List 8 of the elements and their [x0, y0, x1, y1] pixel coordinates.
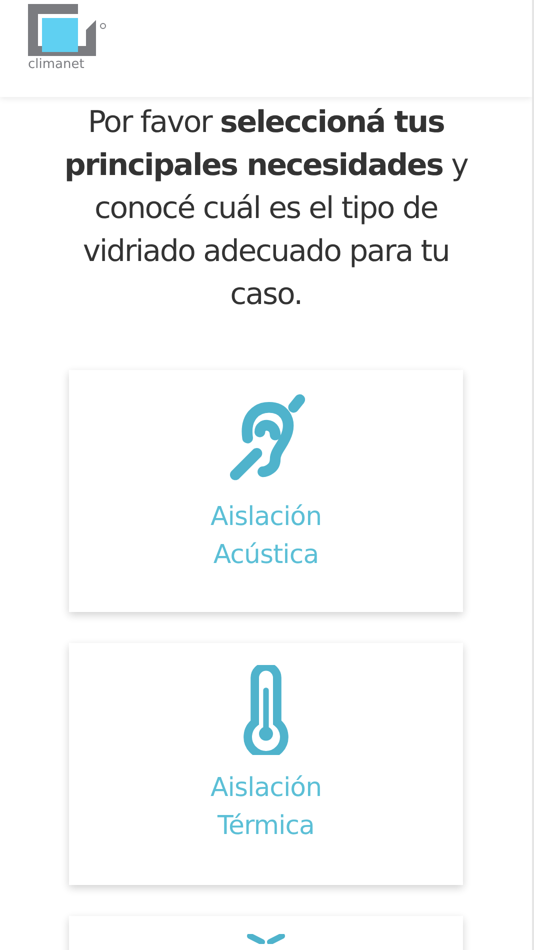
- option-label: Aislación: [210, 772, 322, 805]
- logo-text: climanet: [28, 58, 84, 72]
- option-label: Aislación: [210, 501, 322, 534]
- option-label: Térmica: [218, 810, 314, 843]
- intro-text: Por favor seleccioná tus principales necesidades y conocé cuál es el tipo de vidriado adecuado para tu caso.: [63, 104, 469, 314]
- option-card[interactable]: Aislación Acústica: [69, 370, 463, 612]
- option-label: Acústica: [213, 539, 319, 572]
- option-card[interactable]: Aislación Térmica: [69, 643, 463, 885]
